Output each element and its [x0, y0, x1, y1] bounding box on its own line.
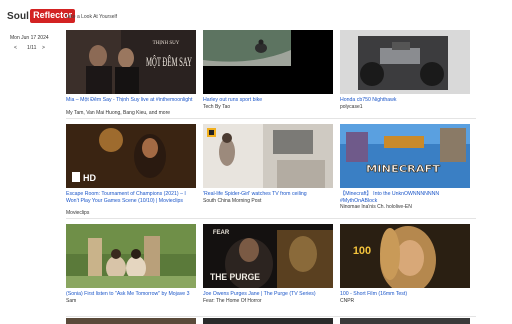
video-thumbnail-partial[interactable] [203, 318, 333, 324]
video-channel[interactable]: CNPR [340, 298, 354, 304]
row-divider [66, 218, 476, 219]
row-divider [66, 118, 476, 119]
video-title[interactable]: Honda cb750 Nighthawk [340, 97, 474, 104]
video-thumbnail[interactable]: 100 [340, 224, 470, 288]
thumb-purge-text: THE PURGE [210, 272, 260, 282]
thumb-fear-text: FEAR [213, 230, 230, 236]
video-channel[interactable]: South China Morning Post [203, 198, 261, 204]
video-thumbnail[interactable]: FEAR THE PURGE [203, 224, 333, 288]
video-thumbnail[interactable] [203, 30, 333, 94]
video-thumbnail[interactable] [340, 30, 470, 94]
video-channel[interactable]: My Tam, Van Mai Huong, Bang Kieu, and mo… [66, 110, 170, 116]
video-title[interactable]: Escape Room: Tournament of Champions (20… [66, 191, 200, 204]
video-thumbnail[interactable] [66, 224, 196, 288]
video-channel[interactable]: Fear: The Home Of Horror [203, 298, 262, 304]
header: Soul Reflector Take a Look At Yourself [0, 0, 512, 28]
prev-page-button[interactable]: < [14, 45, 17, 51]
video-thumbnail-partial[interactable] [66, 318, 196, 324]
video-title[interactable]: 100 - Short Film (16mm Test) [340, 291, 474, 298]
row-divider [66, 316, 476, 317]
video-title[interactable]: 【Minecraft】 Into the UnknOWNNNNNNN #Myth… [340, 191, 474, 204]
logo-soul-text: Soul [7, 10, 30, 22]
date-label: Mon Jun 17 2024 [10, 35, 49, 41]
video-channel[interactable]: Tech By Tao [203, 104, 230, 110]
video-title[interactable]: (Sonia) First listen to "Ask Me Tomorrow… [66, 291, 200, 298]
tagline: Take a Look At Yourself [65, 14, 117, 20]
thumb-minecraft-text: MINECRAFT [366, 164, 440, 175]
video-thumbnail[interactable]: HD [66, 124, 196, 188]
video-title[interactable]: Harley out runs sport bike [203, 97, 337, 104]
video-channel[interactable]: Ninomae Ina'nis Ch. hololive-EN [340, 204, 412, 210]
thumb-overlay-text: MỘT ĐÊM SAY [146, 54, 192, 69]
next-page-button[interactable]: > [42, 45, 45, 51]
thumb-100-text: 100 [353, 245, 371, 257]
thumb-small-text: THỊNH SUY [153, 41, 180, 46]
video-thumbnail-partial[interactable] [340, 318, 470, 324]
video-thumbnail[interactable]: THỊNH SUY MỘT ĐÊM SAY [66, 30, 196, 94]
video-channel[interactable]: polycase1 [340, 104, 363, 110]
video-thumbnail[interactable]: MINECRAFT [340, 124, 470, 188]
video-thumbnail[interactable] [203, 124, 333, 188]
video-title[interactable]: 'Real-life Spider-Girl' watches TV from … [203, 191, 337, 198]
video-title[interactable]: Mia – Một Đêm Say - Thịnh Suy live at #i… [66, 97, 200, 104]
video-title[interactable]: Joe Owens Purges Jane | The Purge (TV Se… [203, 291, 337, 298]
video-channel[interactable]: Movieclips [66, 210, 89, 216]
page-indicator: 1/11 [27, 45, 37, 51]
video-channel[interactable]: Sam [66, 298, 76, 304]
pagination: < 1/11 > [14, 45, 48, 51]
thumb-hd-text: HD [83, 173, 96, 183]
